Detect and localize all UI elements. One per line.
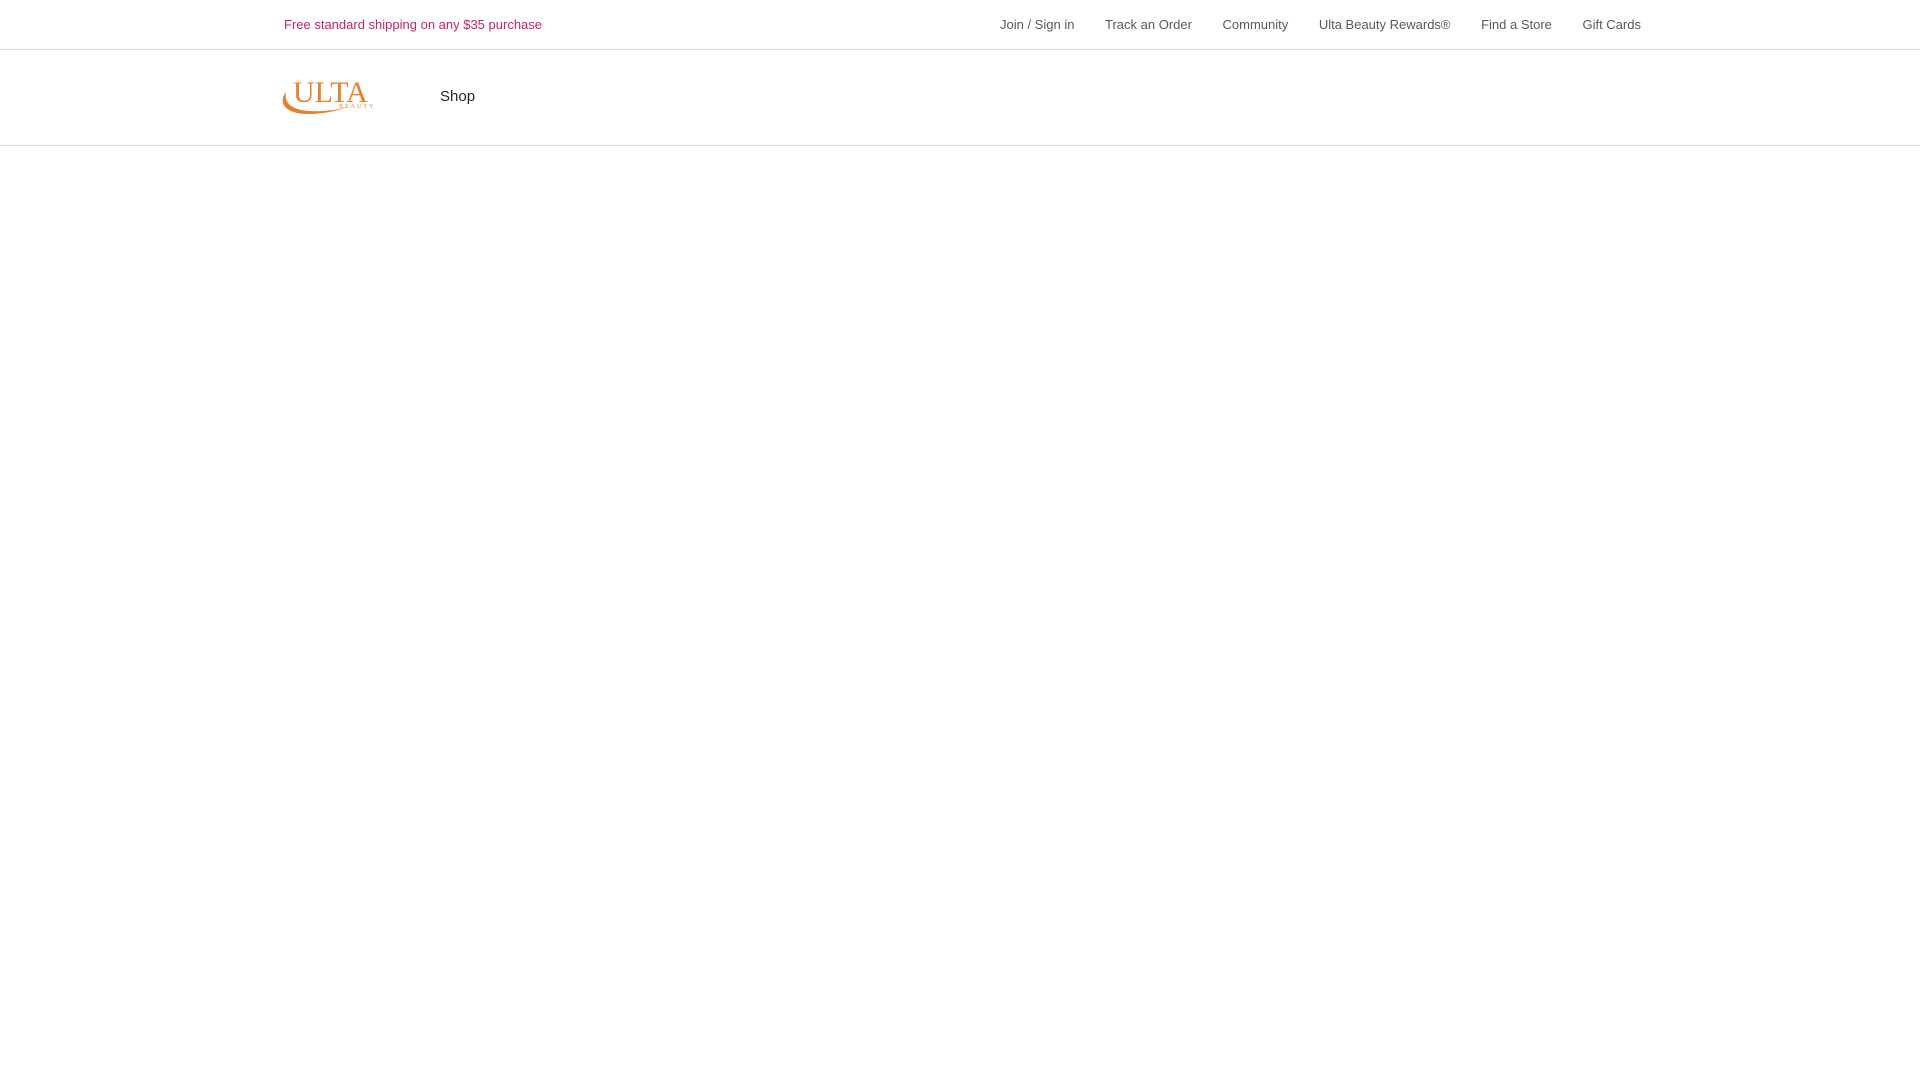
- ulta-logo-icon: ULTA BEAUTY: [282, 76, 375, 114]
- free-shipping-promo[interactable]: Free standard shipping on any $35 purcha…: [284, 17, 542, 33]
- community-link[interactable]: Community: [1223, 17, 1289, 32]
- join-sign-in-link[interactable]: Join / Sign in: [1000, 17, 1074, 32]
- logo-subtext: BEAUTY: [339, 104, 375, 110]
- track-order-link[interactable]: Track an Order: [1105, 17, 1192, 32]
- find-store-link[interactable]: Find a Store: [1481, 17, 1552, 32]
- utility-bar: Free standard shipping on any $35 purcha…: [0, 0, 1920, 50]
- shop-nav-item[interactable]: Shop: [440, 88, 475, 106]
- gift-cards-link[interactable]: Gift Cards: [1582, 17, 1641, 32]
- main-header: ULTA BEAUTY Shop: [0, 50, 1920, 146]
- utility-links: Join / Sign in Track an Order Community …: [1000, 16, 1641, 34]
- rewards-link[interactable]: Ulta Beauty Rewards®: [1319, 17, 1451, 32]
- ulta-beauty-logo[interactable]: ULTA BEAUTY: [278, 72, 378, 116]
- main-content: [0, 147, 1920, 1080]
